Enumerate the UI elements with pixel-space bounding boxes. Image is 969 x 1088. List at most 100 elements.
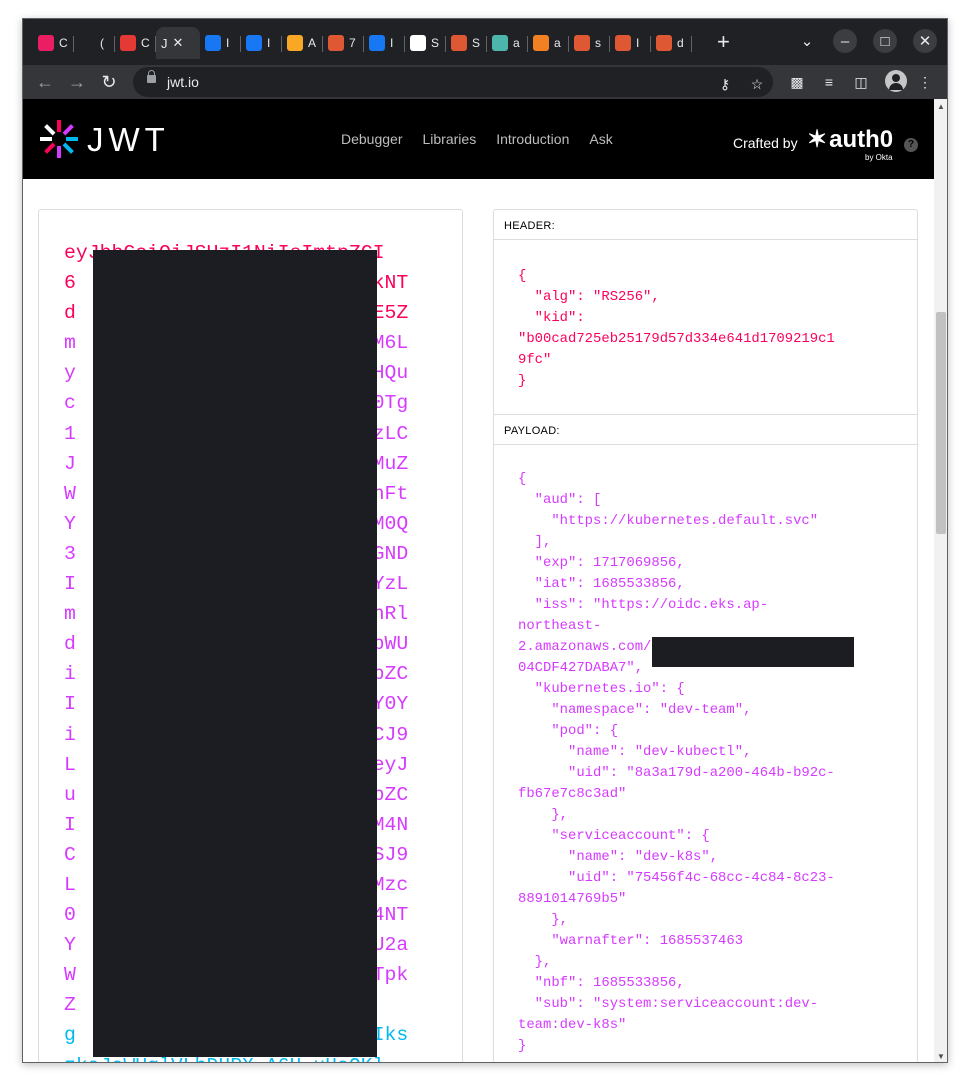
payload-json-line: },	[518, 954, 552, 970]
nav-link-ask[interactable]: Ask	[589, 131, 612, 147]
share-icon[interactable]: ⚷	[715, 74, 735, 94]
header-json-line: {	[518, 268, 527, 284]
minimize-button[interactable]: –	[833, 29, 857, 53]
tab-title: a	[554, 36, 561, 50]
encoded-token-panel[interactable]: eyJhbGciOiJSUzI1NiIsImtpZCI6 kNTd E5Zm M…	[38, 209, 463, 1062]
tab-separator	[691, 36, 692, 52]
payload-json-line: "uid": "8a3a179d-a200-464b-b92c-	[518, 765, 835, 781]
side-panel-icon[interactable]: ◫	[851, 72, 871, 92]
more-menu-icon[interactable]: ⋮	[915, 72, 935, 92]
tab-title: I	[267, 36, 271, 50]
facebook-icon	[246, 35, 262, 51]
payload-json-line: "sub": "system:serviceaccount:dev-	[518, 996, 819, 1012]
tabs: C(C J ✕ I I A 7 I S Sa a s Id	[33, 27, 692, 59]
payload-json-line: "uid": "75456f4c-68cc-4c84-8c23-	[518, 870, 835, 886]
duckduckgo-icon	[574, 35, 590, 51]
payload-section-label: PAYLOAD:	[494, 415, 917, 445]
payload-json-line: "serviceaccount": {	[518, 828, 710, 844]
shield-icon	[492, 35, 508, 51]
browser-tab[interactable]: C	[115, 27, 156, 59]
tab-title: d	[677, 36, 684, 50]
close-window-button[interactable]: ✕	[913, 29, 937, 53]
browser-tab[interactable]: I	[200, 27, 241, 59]
browser-tab[interactable]: I	[364, 27, 405, 59]
tab-search-chevron-icon[interactable]: ⌄	[795, 29, 819, 53]
header-section-label: HEADER:	[494, 210, 917, 240]
auth0-star-icon: ✶	[807, 126, 828, 153]
tab-strip: C(C J ✕ I I A 7 I S Sa a s Id + ⌄ – □ ✕	[23, 19, 947, 65]
duckduckgo-icon	[656, 35, 672, 51]
browser-tab[interactable]: S	[446, 27, 487, 59]
header-json-line: "alg": "RS256",	[518, 289, 660, 305]
crafted-by-label: Crafted by	[733, 135, 798, 151]
new-tab-button[interactable]: +	[717, 31, 730, 53]
browser-tab[interactable]: (	[74, 27, 115, 59]
header-json-line: 9fc"	[518, 352, 552, 368]
payload-json-line: },	[518, 912, 569, 928]
header-json-line: "b00cad725eb25179d57d334e641d1709219c1	[518, 331, 835, 347]
payload-json-line: ],	[518, 534, 552, 550]
payload-json-line: "name": "dev-kubectl",	[518, 744, 752, 760]
red-app-icon	[120, 35, 136, 51]
by-okta-label: by Okta	[865, 153, 893, 162]
extensions-puzzle-icon[interactable]: ▩	[787, 72, 807, 92]
media-queue-icon[interactable]: ≡	[819, 72, 839, 92]
browser-tab[interactable]: d	[651, 27, 692, 59]
duckduckgo-icon	[451, 35, 467, 51]
payload-json-editor[interactable]: { "aud": [ "https://kubernetes.default.s…	[494, 445, 917, 1057]
scrollbar-thumb[interactable]	[936, 312, 946, 534]
payload-json-line: "warnafter": 1685537463	[518, 933, 744, 949]
nav-link-libraries[interactable]: Libraries	[423, 131, 477, 147]
payload-json-line: "nbf": 1685533856,	[518, 975, 685, 991]
payload-json-line: },	[518, 807, 569, 823]
page-scrollbar[interactable]: ▲ ▼	[934, 99, 947, 1062]
redaction-block	[93, 250, 377, 1057]
speaker-icon	[79, 35, 95, 51]
nav-link-introduction[interactable]: Introduction	[496, 131, 569, 147]
bookmark-star-icon[interactable]: ☆	[747, 74, 767, 94]
decoded-panel: HEADER: { "alg": "RS256", "kid": "b00cad7…	[493, 209, 918, 1062]
browser-tab[interactable]: a	[487, 27, 528, 59]
payload-json-line: "namespace": "dev-team",	[518, 702, 752, 718]
address-bar[interactable]: jwt.io ⚷ ☆	[133, 67, 773, 97]
site-header: JWT Debugger Libraries Introduction Ask Cra…	[23, 99, 934, 179]
auth0-logo[interactable]: ✶ auth0	[807, 125, 893, 154]
browser-tab[interactable]: C	[33, 27, 74, 59]
tab-title: I	[226, 36, 230, 50]
redaction-block	[652, 637, 854, 667]
browser-tab[interactable]: I	[610, 27, 651, 59]
tab-title: J	[161, 35, 168, 51]
site-nav: Debugger Libraries Introduction Ask	[341, 131, 613, 147]
jwt-logo-icon[interactable]	[39, 119, 79, 159]
close-tab-icon[interactable]: ✕	[173, 35, 184, 51]
help-icon[interactable]: ?	[904, 138, 918, 152]
tab-title: a	[513, 36, 520, 50]
header-json-editor[interactable]: { "alg": "RS256", "kid": "b00cad725eb2517…	[494, 240, 917, 415]
duckduckgo-icon	[328, 35, 344, 51]
payload-json-line: "exp": 1717069856,	[518, 555, 685, 571]
url-text[interactable]: jwt.io	[167, 74, 199, 90]
maximize-button[interactable]: □	[873, 29, 897, 53]
facebook-icon	[369, 35, 385, 51]
back-button[interactable]: ←	[33, 70, 57, 94]
browser-tab[interactable]: 7	[323, 27, 364, 59]
page-content: JWT Debugger Libraries Introduction Ask Cra…	[23, 99, 934, 1062]
pink-app-icon	[38, 35, 54, 51]
browser-tab[interactable]: S	[405, 27, 446, 59]
scroll-down-arrow-icon[interactable]: ▼	[937, 1052, 945, 1061]
forward-button[interactable]: →	[65, 70, 89, 94]
profile-avatar[interactable]	[885, 70, 907, 92]
tab-title: (	[100, 36, 104, 50]
nav-link-debugger[interactable]: Debugger	[341, 131, 403, 147]
browser-tab[interactable]: a	[528, 27, 569, 59]
scroll-up-arrow-icon[interactable]: ▲	[937, 102, 945, 111]
brand-wordmark[interactable]: JWT	[87, 121, 170, 159]
browser-tab[interactable]: I	[241, 27, 282, 59]
reload-button[interactable]: ↻	[97, 70, 121, 94]
tab-title: 7	[349, 36, 356, 50]
browser-tab[interactable]: A	[282, 27, 323, 59]
browser-tab[interactable]: J ✕	[156, 27, 200, 59]
payload-json-line: "pod": {	[518, 723, 619, 739]
browser-tab[interactable]: s	[569, 27, 610, 59]
payload-json-line: {	[518, 471, 527, 487]
